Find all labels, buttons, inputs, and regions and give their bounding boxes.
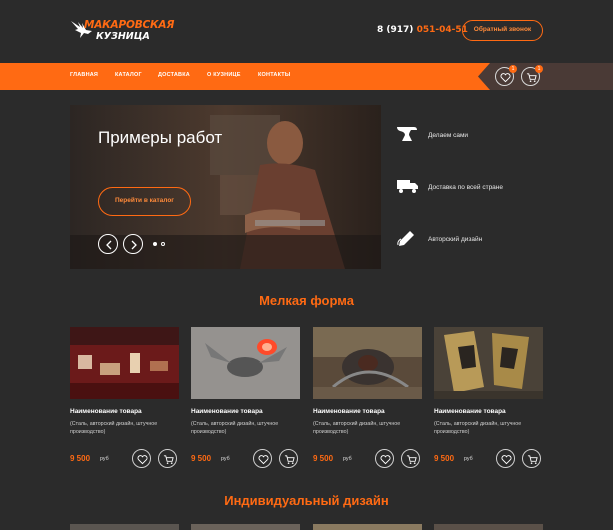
product-description: (Сталь, авторский дизайн, штучное произв…	[434, 421, 522, 435]
product-price: 9 500	[191, 454, 212, 463]
product-description: (Сталь, авторский дизайн, штучное произв…	[70, 421, 158, 435]
product-image[interactable]	[313, 327, 422, 399]
slider-prev-button[interactable]	[98, 234, 118, 254]
phone-prefix: 8 (917)	[377, 25, 414, 35]
product-image-partial[interactable]	[191, 524, 300, 530]
product-name[interactable]: Наименование товара	[191, 408, 263, 415]
product-name[interactable]: Наименование товара	[434, 408, 506, 415]
product-image-partial[interactable]	[313, 524, 422, 530]
product-name[interactable]: Наименование товара	[313, 408, 385, 415]
logo-title: МАКАРОВСКАЯ	[84, 19, 175, 31]
nav-item-catalog[interactable]: КАТАЛОГ	[115, 72, 142, 78]
product-currency: руб	[100, 456, 109, 462]
cart-badge: 1	[535, 65, 543, 73]
nav-item-home[interactable]: ГЛАВНАЯ	[70, 72, 98, 78]
nav-item-contacts[interactable]: КОНТАКТЫ	[258, 72, 290, 78]
section-title: Индивидуальный дизайн	[224, 493, 389, 508]
heart-icon	[137, 455, 148, 465]
heart-icon	[501, 455, 512, 465]
add-to-cart-button[interactable]	[158, 449, 177, 468]
feature-label: Авторский дизайн	[428, 236, 483, 243]
cart-icon	[284, 455, 295, 464]
product-image-partial[interactable]	[70, 524, 179, 530]
logo-subtitle: КУЗНИЦА	[96, 31, 150, 42]
slider-dot[interactable]	[161, 242, 165, 246]
product-image[interactable]	[191, 327, 300, 399]
product-description: (Сталь, авторский дизайн, штучное произв…	[191, 421, 279, 435]
cart-icon	[526, 73, 537, 82]
product-image[interactable]	[70, 327, 179, 399]
cart-icon	[163, 455, 174, 464]
feature-label: Делаем сами	[428, 132, 469, 139]
product-name[interactable]: Наименование товара	[70, 408, 142, 415]
cart-icon	[406, 455, 417, 464]
add-to-favorites-button[interactable]	[132, 449, 151, 468]
product-price: 9 500	[313, 454, 334, 463]
product-price: 9 500	[70, 454, 91, 463]
header: МАКАРОВСКАЯ КУЗНИЦА 8 (917) 051-04-51 Об…	[0, 0, 613, 62]
section-title: Мелкая форма	[259, 293, 354, 308]
product-image-partial[interactable]	[434, 524, 543, 530]
pen-icon	[397, 231, 414, 246]
add-to-favorites-button[interactable]	[496, 449, 515, 468]
product-description: (Сталь, авторский дизайн, штучное произв…	[313, 421, 401, 435]
product-currency: руб	[343, 456, 352, 462]
phone-digits: 051-04-51	[416, 25, 468, 35]
nav-item-delivery[interactable]: ДОСТАВКА	[158, 72, 190, 78]
cart-icon	[527, 455, 538, 464]
feature-label: Доставка по всей стране	[428, 184, 504, 191]
slider-dot-active[interactable]	[153, 242, 157, 246]
product-price: 9 500	[434, 454, 455, 463]
heart-icon	[500, 73, 511, 83]
add-to-cart-button[interactable]	[279, 449, 298, 468]
product-currency: руб	[464, 456, 473, 462]
slider-next-button[interactable]	[123, 234, 143, 254]
add-to-cart-button[interactable]	[522, 449, 541, 468]
anvil-icon	[397, 127, 417, 141]
chevron-left-icon	[106, 240, 112, 250]
heart-icon	[258, 455, 269, 465]
callback-button[interactable]: Обратный звонок	[462, 20, 543, 41]
go-to-catalog-button[interactable]: Перейти в каталог	[98, 187, 191, 216]
product-currency: руб	[221, 456, 230, 462]
heart-icon	[380, 455, 391, 465]
nav-item-about[interactable]: О КУЗНИЦЕ	[207, 72, 241, 78]
product-image[interactable]	[434, 327, 543, 399]
logo[interactable]: МАКАРОВСКАЯ КУЗНИЦА	[70, 18, 174, 44]
add-to-cart-button[interactable]	[401, 449, 420, 468]
add-to-favorites-button[interactable]	[375, 449, 394, 468]
truck-icon	[397, 180, 418, 193]
chevron-right-icon	[131, 240, 137, 250]
favorites-badge: 1	[509, 65, 517, 73]
phone-number[interactable]: 8 (917) 051-04-51	[377, 25, 468, 35]
add-to-favorites-button[interactable]	[253, 449, 272, 468]
hero-title: Примеры работ	[98, 128, 223, 147]
